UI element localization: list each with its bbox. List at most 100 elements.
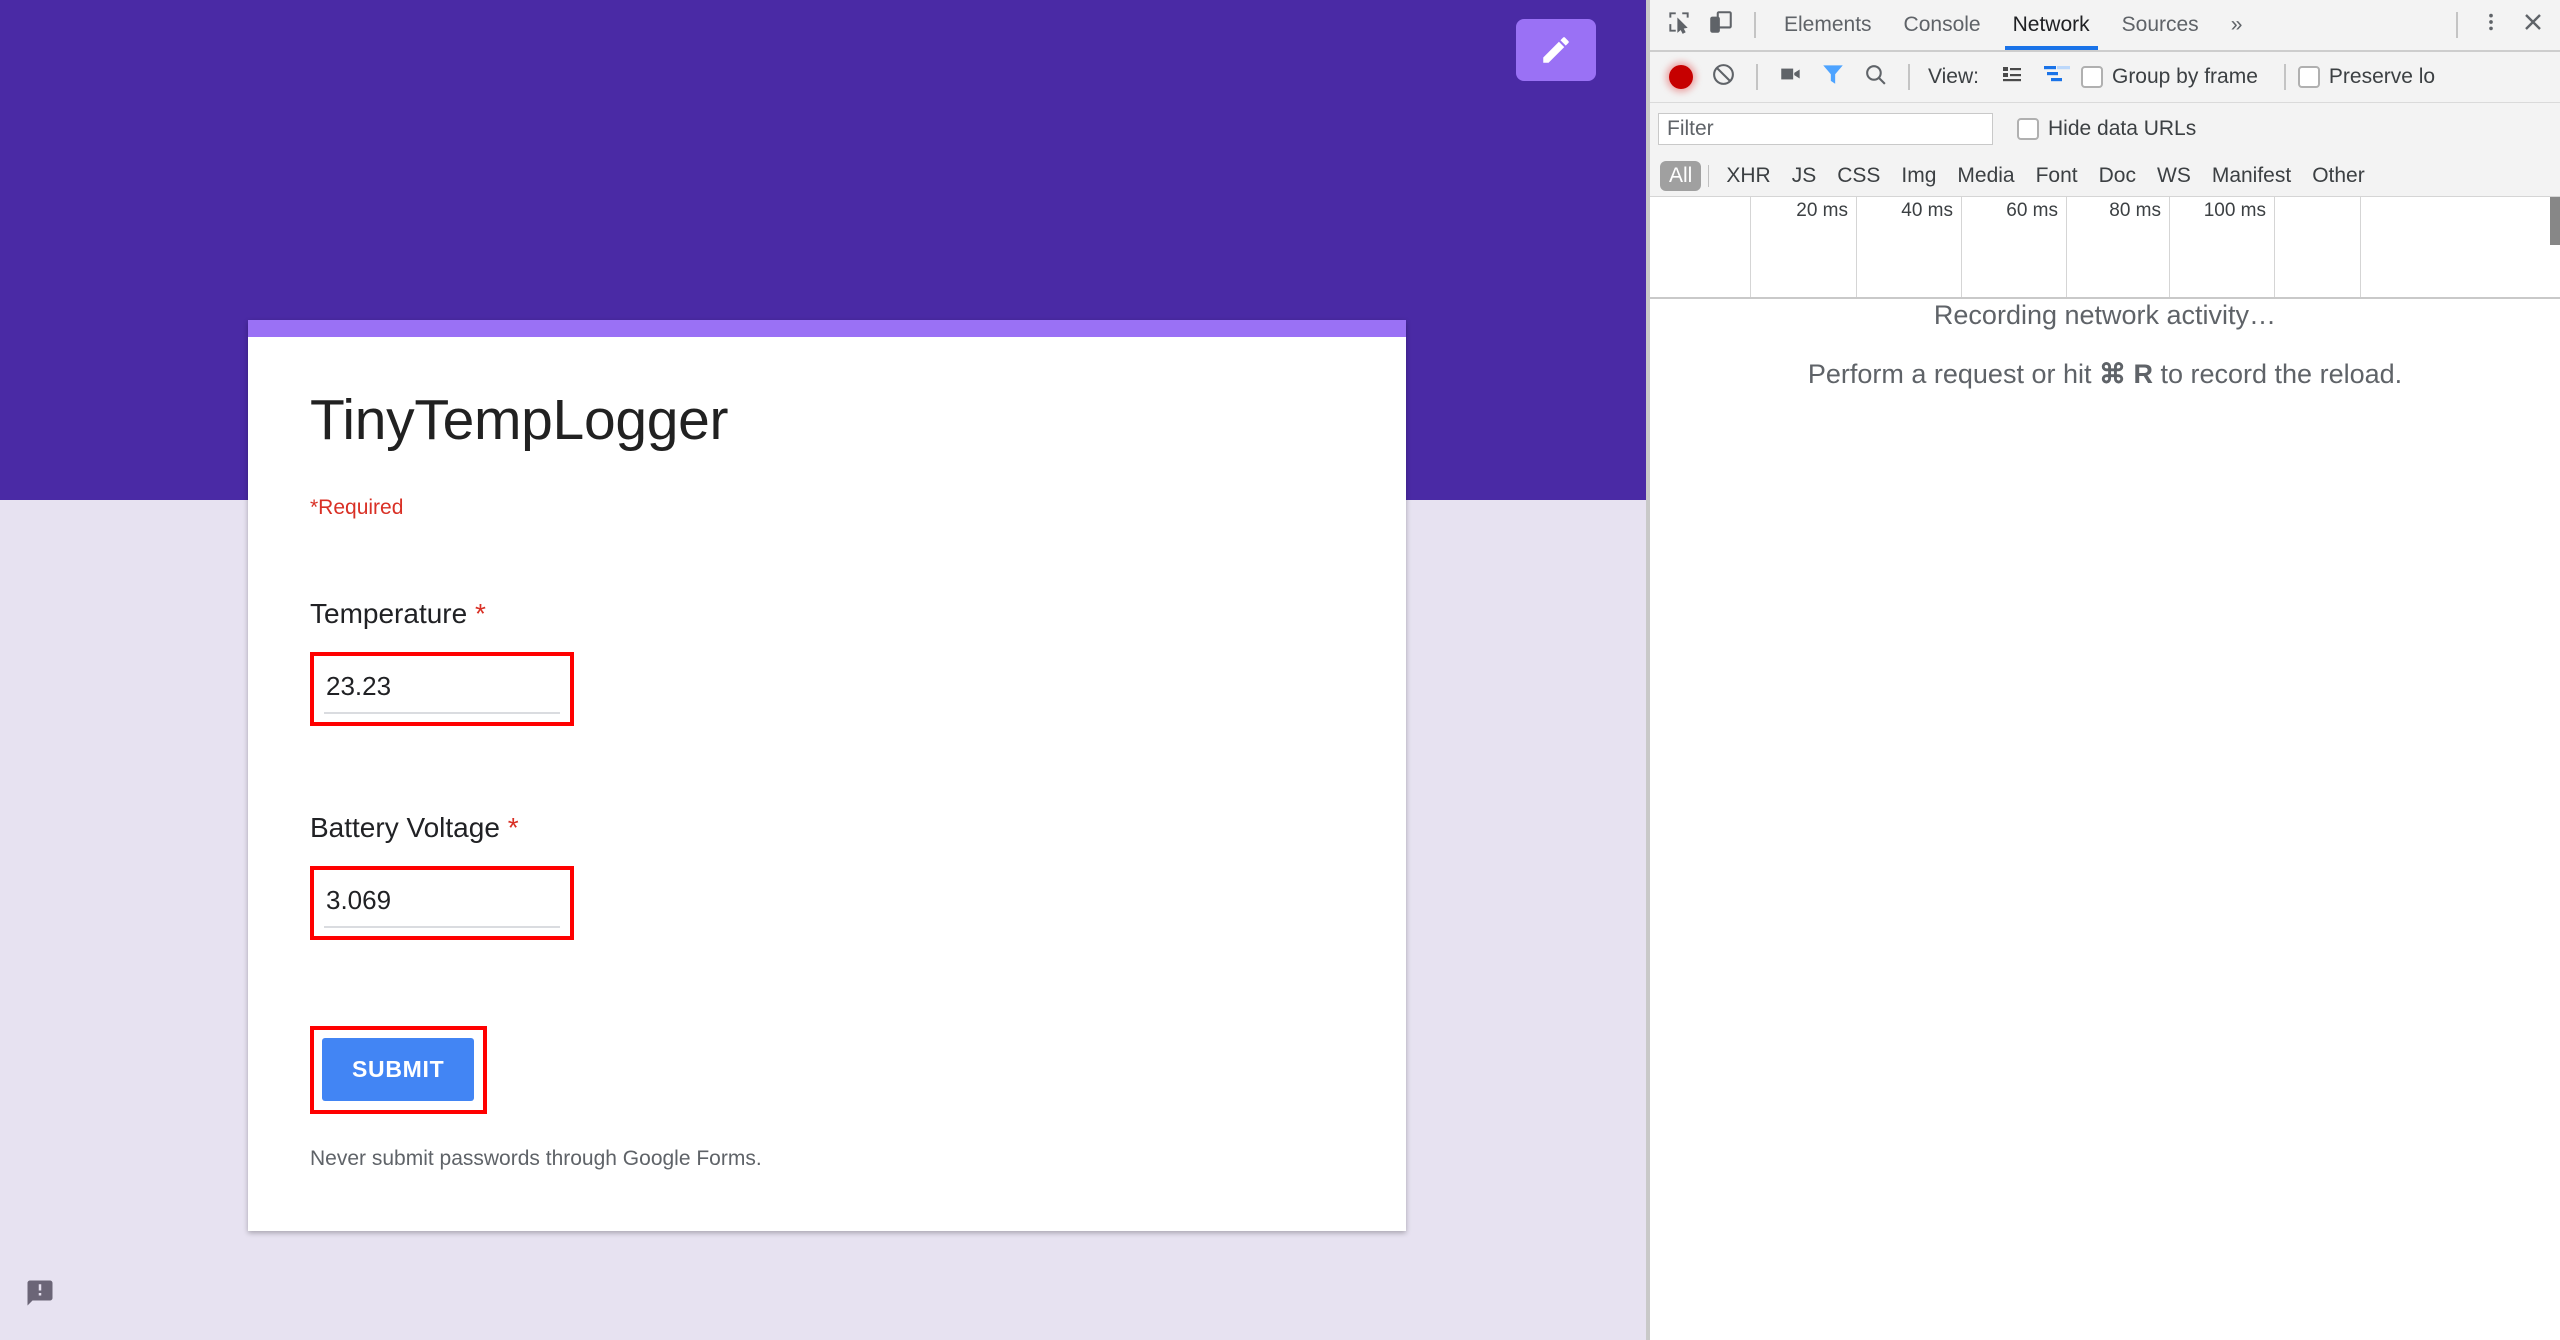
field-spacer [310,940,1344,1026]
type-chip-css[interactable]: CSS [1828,161,1889,191]
network-empty-state: Recording network activity… Perform a re… [1650,300,2560,390]
recording-message: Recording network activity… [1933,300,2277,330]
device-toolbar-icon [1708,9,1734,41]
field-label-text: Battery Voltage [310,811,500,843]
field-label-temperature: Temperature * [310,598,1344,630]
toolbar-divider [1908,64,1910,90]
battery-voltage-input[interactable] [324,878,560,928]
timeline-cell [1650,197,1751,297]
filter-funnel-icon [1820,61,1846,93]
type-chip-ws[interactable]: WS [2148,161,2200,191]
type-chip-doc[interactable]: Doc [2090,161,2145,191]
filter-button[interactable] [1812,57,1854,97]
list-view-icon [2000,62,2024,92]
submit-button[interactable]: SUBMIT [322,1037,475,1101]
preserve-log-label: Preserve lo [2328,65,2436,88]
temperature-input[interactable] [324,664,560,714]
required-asterisk: * [507,811,519,843]
group-by-frame-label: Group by frame [2111,65,2258,88]
clear-icon [1711,62,1736,93]
timeline-tick-label: 60 ms [2006,200,2058,221]
google-form-card: TinyTempLogger *Required Temperature * 2… [248,320,1406,1231]
field-label-text: Temperature [310,597,468,629]
view-label: View: [1928,65,1979,88]
tab-elements[interactable]: Elements [1768,0,1888,50]
report-feedback-icon [25,1280,55,1312]
timeline-cell: 80 ms [2067,197,2170,297]
type-chip-img[interactable]: Img [1892,161,1945,191]
waterfall-view-button[interactable] [2033,57,2081,97]
more-tabs-button[interactable]: » [2215,0,2259,50]
kebab-menu-icon [2480,11,2502,39]
type-chip-font[interactable]: Font [2027,161,2087,191]
reload-shortcut-key: ⌘ R [2098,359,2153,389]
tab-console[interactable]: Console [1888,0,1997,50]
required-asterisk: * [474,597,486,629]
network-filter-bar: Hide data URLs [1650,103,2560,155]
card-body: TinyTempLogger *Required Temperature * 2… [248,337,1406,1231]
type-chip-all[interactable]: All [1660,160,1702,191]
field-battery-voltage: Battery Voltage * [310,812,1344,940]
network-toolbar: View: Group by frame Preserve lo [1650,52,2560,103]
network-timeline-overview[interactable]: 20 ms 40 ms 60 ms 80 ms 100 ms [1650,197,2560,299]
search-icon [1863,62,1888,93]
toolbar-divider [2456,12,2458,38]
field-temperature: Temperature * [310,598,1344,726]
camera-icon [1778,61,1804,93]
record-button[interactable] [1660,57,1702,97]
search-button[interactable] [1854,57,1896,97]
resource-type-filters: All XHR JS CSS Img Media Font Doc WS Man… [1650,155,2560,197]
device-toolbar-button[interactable] [1700,5,1742,45]
tab-sources[interactable]: Sources [2106,0,2215,50]
screen: TinyTempLogger *Required Temperature * 2… [0,0,2560,1340]
reload-hint-message: Perform a request or hit ⌘ R to record t… [1650,359,2560,390]
hide-data-urls-checkbox[interactable] [2017,118,2039,140]
card-accent-bar [248,320,1406,337]
required-note: *Required [310,495,404,519]
type-chip-media[interactable]: Media [1948,161,2023,191]
devtools-close-button[interactable] [2512,5,2554,45]
toolbar-divider [1754,12,1756,38]
devtools-tabbar: Elements Console Network Sources » [1650,0,2560,52]
type-chip-manifest[interactable]: Manifest [2203,161,2300,191]
group-by-frame-checkbox[interactable] [2080,66,2103,88]
clear-button[interactable] [1702,57,1744,97]
highlight-box-battery-voltage [310,865,574,940]
list-view-button[interactable] [1991,57,2033,97]
capture-screenshots-button[interactable] [1770,57,1812,97]
edit-form-button[interactable] [1516,19,1596,81]
field-label-battery-voltage: Battery Voltage * [310,812,1344,844]
chip-divider [1708,164,1710,187]
type-chip-js[interactable]: JS [1783,161,1826,191]
report-feedback-button[interactable] [25,1278,55,1313]
browser-page-viewport: TinyTempLogger *Required Temperature * 2… [0,0,1646,1340]
highlight-box-submit: SUBMIT [310,1025,488,1114]
preserve-log-checkbox[interactable] [2297,66,2320,88]
timeline-cell: 40 ms [1857,197,1962,297]
timeline-cell: 60 ms [1962,197,2067,297]
form-title: TinyTempLogger [310,388,729,452]
reload-hint-suffix: to record the reload. [2152,359,2403,389]
form-footer-note: Never submit passwords through Google Fo… [310,1146,762,1170]
close-icon [2521,10,2545,40]
toolbar-divider [2283,64,2286,90]
timeline-tick-label: 100 ms [2203,200,2266,221]
timeline-tick-label: 20 ms [1796,200,1848,221]
inspect-element-icon [1666,9,1692,41]
timeline-tick-label: 80 ms [2109,200,2161,221]
type-chip-xhr[interactable]: XHR [1717,161,1779,191]
devtools-panel: Elements Console Network Sources » View:… [1646,0,2560,1340]
devtools-menu-button[interactable] [2470,5,2512,45]
highlight-box-temperature [310,651,574,726]
timeline-cell: 20 ms [1751,197,1857,297]
tab-network[interactable]: Network [1997,0,2106,50]
type-chip-other[interactable]: Other [2303,161,2374,191]
field-spacer [310,726,1344,812]
timeline-cell [2275,197,2361,297]
pencil-icon [1539,33,1573,67]
timeline-scrollbar[interactable] [2550,197,2560,245]
record-icon [1669,65,1693,89]
inspect-element-button[interactable] [1658,5,1700,45]
hide-data-urls-label: Hide data URLs [2048,117,2197,140]
filter-input[interactable] [1658,113,1993,145]
